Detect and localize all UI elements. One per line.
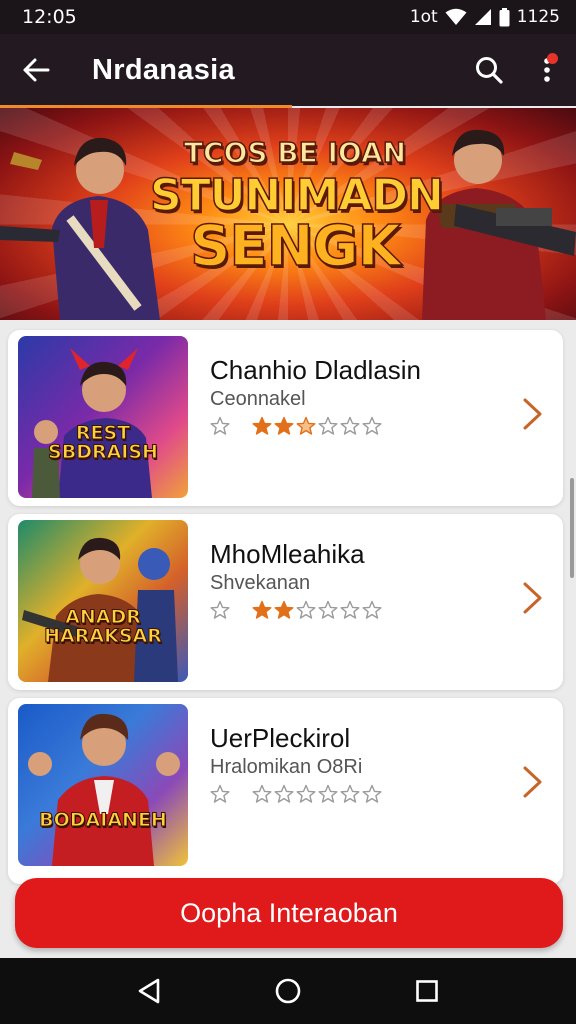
back-button[interactable] [0,34,72,106]
star-filled-icon [296,416,316,435]
search-button[interactable] [460,34,518,106]
hero-banner[interactable]: TCOS BE IOAN STUNIMADN SENGK [0,108,576,320]
chevron-right-icon[interactable] [519,580,545,616]
star-empty-icon [252,784,272,803]
game-card[interactable]: BODAIANEH UerPleckirol Hralomikan O8Ri [8,698,563,884]
star-empty-icon [362,600,382,619]
status-icons: 1ot 1125 [410,7,560,27]
scrollbar[interactable] [570,478,574,578]
system-navigation-bar [0,958,576,1024]
star-filled-icon [252,416,272,435]
star-empty-icon [340,784,360,803]
game-subtitle: Shvekanan [210,572,311,594]
battery-icon [499,7,510,26]
chevron-right-icon[interactable] [519,764,545,800]
circle-home-icon [275,978,301,1004]
battery-percentage: 1125 [516,7,560,27]
game-title: Chanhio Dladlasin [210,355,422,385]
star-empty-icon [210,600,230,619]
star-empty-icon [274,784,294,803]
star-empty-icon [318,416,338,435]
game-character-art [32,348,152,498]
hero-title-line3: SENGK [189,213,401,280]
cell-signal-icon [474,9,491,25]
screen: 12:05 1ot 1125 Nrdanasia TCOS BE IOAN ST… [0,0,576,1024]
game-title: UerPleckirol [210,723,351,753]
game-thumbnail: BODAIANEH [18,704,188,866]
game-subtitle: Ceonnakel [210,388,306,410]
nav-recents-button[interactable] [402,966,452,1016]
star-empty-icon [340,416,360,435]
nav-back-button[interactable] [124,966,174,1016]
star-empty-icon [318,600,338,619]
star-empty-icon [340,600,360,619]
star-empty-icon [362,416,382,435]
star-rating [210,784,384,804]
game-art-title: ANADR HARAKSAR [44,606,163,647]
star-filled-icon [252,600,272,619]
star-empty-icon [362,784,382,803]
search-icon [476,57,503,84]
status-time: 12:05 [22,6,77,28]
more-options-button[interactable] [518,34,576,106]
hero-title-line1: TCOS BE IOAN [183,135,407,170]
game-title: MhoMleahika [210,539,365,569]
primary-action-button[interactable]: Oopha Interaoban [15,878,563,948]
star-rating [210,600,384,620]
square-recents-icon [415,980,438,1002]
game-character-art [28,713,180,866]
game-art-title: REST SBDRAISH [48,422,159,463]
game-thumbnail: ANADR HARAKSAR [18,520,188,682]
game-thumbnail: REST SBDRAISH [18,336,188,498]
star-filled-icon [274,600,294,619]
game-character-art [22,537,178,682]
star-filled-icon [274,416,294,435]
wifi-icon [445,8,467,25]
star-rating [210,416,384,436]
notification-dot [547,53,558,64]
star-empty-icon [296,784,316,803]
arrow-left-icon [23,58,50,82]
game-subtitle: Hralomikan O8Ri [210,756,363,778]
triangle-back-icon [139,978,160,1004]
network-indicator: 1ot [409,7,438,27]
star-empty-icon [210,416,230,435]
game-art-title: BODAIANEH [39,809,168,831]
app-title: Nrdanasia [92,53,235,86]
star-empty-icon [318,784,338,803]
status-bar: 12:05 1ot 1125 [0,0,576,34]
chevron-right-icon[interactable] [519,396,545,432]
star-empty-icon [296,600,316,619]
game-card[interactable]: ANADR HARAKSAR MhoMleahika Shvekanan [8,514,563,690]
star-empty-icon [210,784,230,803]
game-card[interactable]: REST SBDRAISH Chanhio Dladlasin Ceonnake… [8,330,563,506]
app-bar: Nrdanasia [0,34,576,106]
nav-home-button[interactable] [263,966,313,1016]
